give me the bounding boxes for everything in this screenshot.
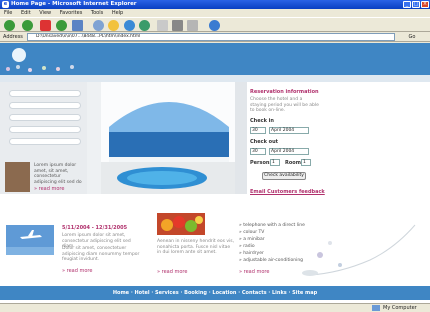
go-button[interactable]: Go — [398, 33, 426, 41]
flowers-decoration — [6, 65, 74, 72]
refresh-icon[interactable] — [56, 20, 67, 31]
promo-text: Lorem ipsum dolor amet, sit amet, consec… — [34, 163, 82, 185]
back-icon[interactable] — [4, 20, 15, 31]
toolbar — [0, 17, 430, 32]
footer-link-booking[interactable]: Booking — [184, 290, 207, 296]
plane-photo — [6, 225, 54, 255]
promo-read-more-link[interactable]: » read more — [34, 186, 64, 192]
left-column: Lorem ipsum dolor amet, sit amet, consec… — [0, 82, 87, 194]
media-icon[interactable] — [124, 20, 135, 31]
promo-photo — [5, 162, 30, 192]
checkin-day-select[interactable]: 30 — [250, 127, 266, 134]
search-icon[interactable] — [93, 20, 104, 31]
menu-help[interactable]: Help — [112, 10, 123, 16]
news-read-more-link[interactable]: » read more — [62, 268, 92, 274]
messenger-icon[interactable] — [209, 20, 220, 31]
features-read-more-link[interactable]: » read more — [239, 269, 269, 275]
footer-link-location[interactable]: Location — [212, 290, 236, 296]
status-bar: My Computer — [0, 303, 430, 312]
checkout-label: Check out — [250, 139, 279, 145]
reservation-panel: Reservation information Choose the hotel… — [247, 82, 430, 195]
print-icon[interactable] — [172, 20, 183, 31]
nav-pill[interactable] — [9, 90, 81, 97]
favorites-icon[interactable] — [108, 20, 119, 31]
minimize-button[interactable]: _ — [403, 1, 411, 8]
feature-item: » radio — [239, 244, 255, 249]
news-date: 5/11/2004 - 12/31/2005 — [62, 225, 128, 231]
checkout-day-select[interactable]: 30 — [250, 148, 266, 155]
flower-decoration — [302, 224, 416, 276]
forward-icon[interactable] — [22, 20, 33, 31]
feature-item: » colour TV — [239, 230, 265, 235]
offer-text: Aenean in nisseny hendrit eos vis, nonah… — [157, 239, 235, 255]
zone-text: My Computer — [383, 305, 417, 311]
nav-pill[interactable] — [9, 114, 81, 121]
web-page: Lorem ipsum dolor amet, sit amet, consec… — [0, 43, 430, 303]
footer-link-services[interactable]: Services — [155, 290, 179, 296]
feature-item: » adjustable air-conditioning — [239, 258, 304, 263]
footer-link-contacts[interactable]: Contacts — [242, 290, 267, 296]
header-strip — [0, 75, 430, 82]
footer-link-site-map[interactable]: Site map — [292, 290, 317, 296]
footer-link-home[interactable]: Home — [113, 290, 129, 296]
rooms-input[interactable]: 1 — [301, 159, 311, 166]
logo-icon — [12, 48, 26, 62]
nav-pill[interactable] — [9, 102, 81, 109]
address-bar: Address D:\Unsaved\x\x\07...\8448...PL\h… — [0, 32, 430, 42]
menu-tools[interactable]: Tools — [91, 10, 103, 16]
persons-input[interactable]: 1 — [270, 159, 280, 166]
menu-view[interactable]: View — [39, 10, 51, 16]
check-availability-button[interactable]: Check availability — [262, 172, 306, 180]
address-label: Address — [3, 34, 23, 40]
lower-section: 5/11/2004 - 12/31/2005 Lorem ipsum dolor… — [0, 205, 430, 283]
menu-edit[interactable]: Edit — [21, 10, 31, 16]
close-button[interactable]: × — [421, 1, 429, 8]
window-title: Home Page - Microsoft Internet Explorer — [11, 1, 137, 7]
ie-icon: e — [2, 1, 9, 8]
footer-link-hotel[interactable]: Hotel — [134, 290, 149, 296]
computer-icon — [372, 305, 380, 311]
feedback-link[interactable]: Email Customers feedback — [250, 189, 325, 195]
checkout-month-select[interactable]: April 2004 — [269, 148, 309, 155]
fruit-photo — [157, 213, 205, 235]
news-text-2: Dolor sit amet, consectetuer adipiscing … — [62, 246, 140, 262]
home-icon[interactable] — [72, 20, 83, 31]
stop-icon[interactable] — [40, 20, 51, 31]
maximize-button[interactable]: □ — [412, 1, 420, 8]
site-header — [0, 43, 430, 75]
menu-bar: File Edit View Favorites Tools Help — [0, 9, 430, 17]
menu-file[interactable]: File — [4, 10, 12, 16]
address-input[interactable]: D:\Unsaved\x\x\07...\8448...PL\htm\index… — [27, 33, 395, 41]
edit-icon[interactable] — [187, 20, 198, 31]
menu-favorites[interactable]: Favorites — [60, 10, 83, 16]
feature-item: » telephone with a direct line — [239, 223, 305, 228]
site-footer: Home · Hotel · Services · Booking · Loca… — [0, 286, 430, 300]
checkin-month-select[interactable]: April 2004 — [269, 127, 309, 134]
offer-read-more-link[interactable]: » read more — [157, 269, 187, 275]
hero-image — [87, 82, 247, 194]
reservation-title: Reservation information — [250, 89, 319, 95]
footer-link-links[interactable]: Links — [272, 290, 287, 296]
window-title-bar[interactable]: Home Page - Microsoft Internet Explorer — [0, 0, 430, 9]
reservation-description: Choose the hotel and a staying period yo… — [250, 97, 319, 113]
nav-pill[interactable] — [9, 138, 81, 145]
checkin-label: Check in — [250, 118, 274, 124]
nav-pill[interactable] — [9, 126, 81, 133]
mail-icon[interactable] — [157, 20, 168, 31]
history-icon[interactable] — [139, 20, 150, 31]
feature-item: » a minibar — [239, 237, 265, 242]
feature-item: » hairdryer — [239, 251, 264, 256]
